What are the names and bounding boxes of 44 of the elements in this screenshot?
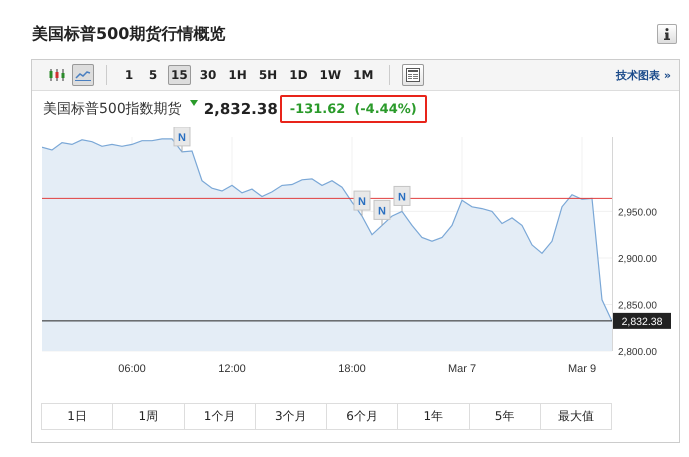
- annotation: N: [358, 196, 366, 208]
- interval-button[interactable]: 1W: [316, 65, 344, 85]
- table-icon: [406, 68, 420, 82]
- range-button[interactable]: 6个月: [326, 403, 398, 430]
- y-axis-label: 2,900.00: [618, 254, 657, 265]
- page-title: 美国标普500期货行情概览: [32, 24, 226, 44]
- line-chart-icon: [75, 69, 91, 81]
- candlestick-icon: [49, 68, 65, 82]
- y-axis-label: 2,950.00: [618, 207, 657, 218]
- x-axis-label: 18:00: [338, 363, 366, 375]
- x-axis-label: 06:00: [118, 363, 146, 375]
- interval-button[interactable]: 5: [144, 65, 162, 85]
- range-button[interactable]: 1日: [41, 403, 114, 430]
- range-button[interactable]: 1年: [397, 403, 470, 430]
- interval-button[interactable]: 30: [196, 65, 220, 85]
- x-axis-label: Mar 7: [448, 363, 476, 375]
- interval-button[interactable]: 1D: [286, 65, 311, 85]
- range-button[interactable]: 5年: [468, 403, 541, 430]
- last-price: 2,832.38: [204, 100, 278, 118]
- range-button[interactable]: 最大值: [540, 403, 612, 430]
- info-icon: [664, 28, 670, 40]
- interval-button[interactable]: 5H: [256, 65, 280, 85]
- interval-button[interactable]: 1H: [225, 65, 250, 85]
- annotation: N: [378, 205, 386, 218]
- interval-button[interactable]: 1M: [350, 65, 376, 85]
- info-button[interactable]: [657, 24, 677, 44]
- interval-button[interactable]: 1: [120, 65, 138, 85]
- annotation: N: [178, 132, 186, 144]
- range-button[interactable]: 3个月: [254, 403, 327, 430]
- instrument-name: 美国标普500指数期货: [43, 100, 182, 118]
- y-axis-label: 2,850.00: [618, 300, 657, 312]
- range-button[interactable]: 1个月: [184, 403, 256, 430]
- table-view-button[interactable]: [402, 64, 424, 86]
- x-axis-label: 12:00: [218, 363, 246, 375]
- y-axis-label: 2,800.00: [618, 347, 657, 358]
- percent-change: (-4.44%): [354, 102, 417, 116]
- price-tag: 2,832.38: [613, 312, 671, 329]
- ref-line-label: 2,832.38: [622, 316, 663, 328]
- x-axis-label: Mar 9: [568, 363, 596, 375]
- technical-chart-link[interactable]: 技术图表 »: [616, 68, 671, 82]
- interval-button[interactable]: 15: [168, 65, 191, 85]
- price-change: -131.62: [290, 102, 346, 116]
- range-button[interactable]: 1周: [112, 403, 184, 430]
- annotation: N: [398, 191, 406, 204]
